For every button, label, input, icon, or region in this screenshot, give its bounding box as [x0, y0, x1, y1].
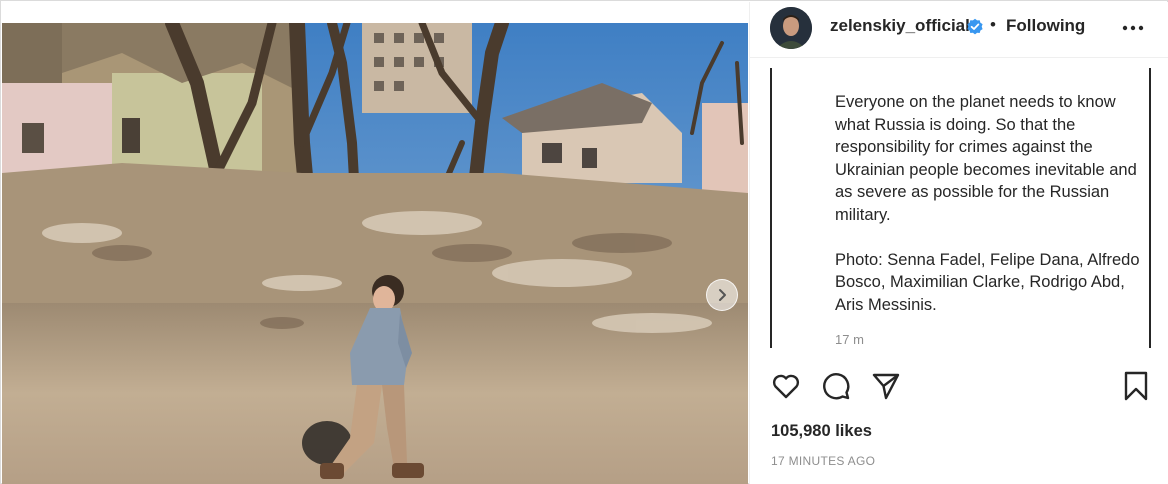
- share-icon[interactable]: [870, 370, 902, 402]
- likes-count[interactable]: 105,980 likes: [771, 422, 872, 441]
- post-photo[interactable]: [2, 23, 748, 484]
- caption-text: Everyone on the planet needs to know wha…: [835, 93, 1140, 314]
- post-frame: zelenskiy_official • Following Everyone …: [0, 0, 1168, 484]
- chevron-right-icon: [719, 289, 726, 301]
- avatar[interactable]: [770, 7, 812, 49]
- caption-time: 17 m: [835, 332, 864, 347]
- username-link[interactable]: zelenskiy_official: [830, 16, 970, 36]
- carousel-next-button[interactable]: [706, 279, 738, 311]
- post-header: zelenskiy_official • Following: [750, 2, 1168, 58]
- post-timestamp[interactable]: 17 MINUTES AGO: [771, 454, 875, 468]
- following-button[interactable]: Following: [1006, 16, 1085, 36]
- action-bar: [770, 370, 1150, 402]
- caption-scroll-area[interactable]: Everyone on the planet needs to know wha…: [770, 68, 1151, 348]
- header-separator: •: [990, 15, 996, 34]
- more-options-icon[interactable]: [1118, 16, 1148, 40]
- comment-icon[interactable]: [820, 370, 852, 402]
- photo-image: [2, 23, 748, 484]
- avatar-image: [770, 7, 812, 49]
- heart-icon[interactable]: [770, 370, 802, 402]
- verified-badge-icon: [967, 18, 983, 35]
- post-sidebar: zelenskiy_official • Following Everyone …: [749, 2, 1168, 484]
- bookmark-icon[interactable]: [1120, 370, 1152, 402]
